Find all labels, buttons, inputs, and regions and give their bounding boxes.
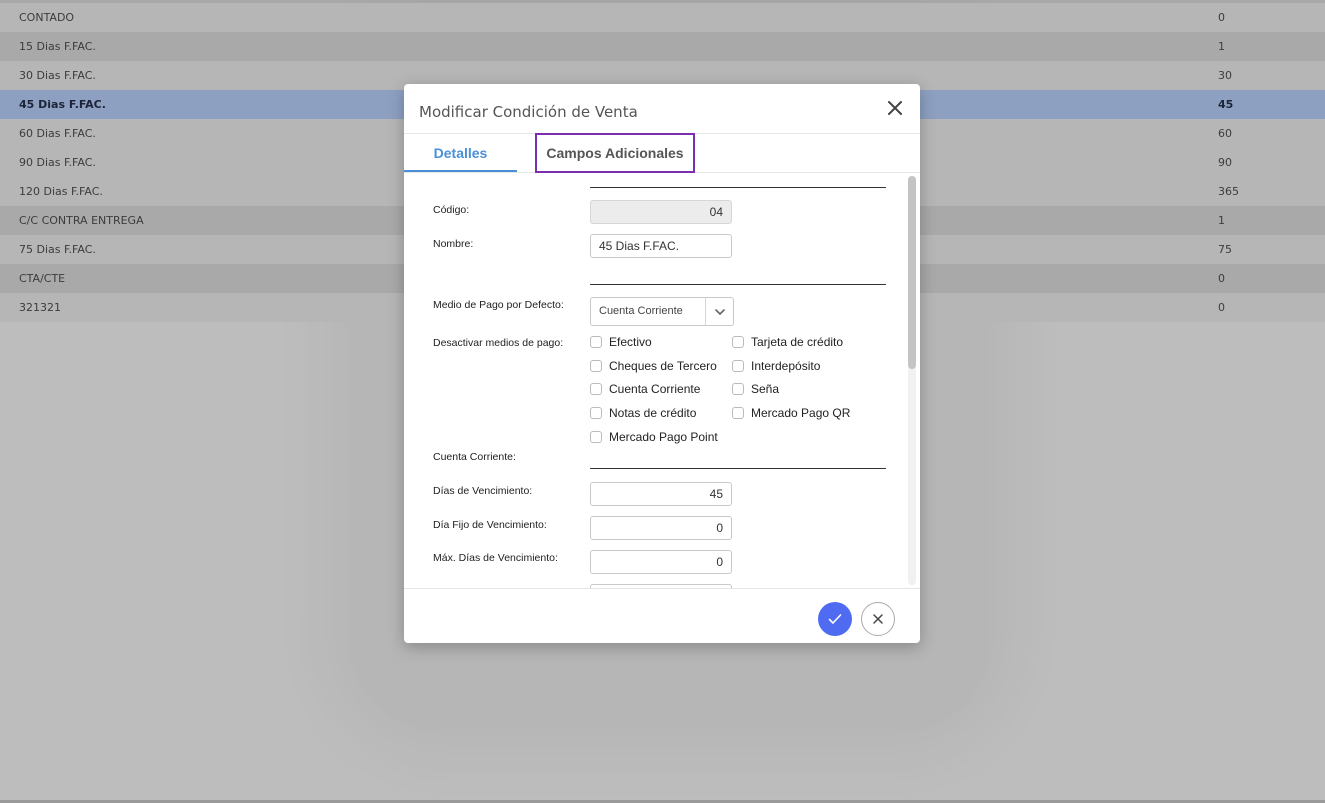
checkbox-label: Mercado Pago QR [751, 406, 851, 420]
row-days: 1 [1218, 214, 1225, 227]
medio-pago-select[interactable]: Cuenta Corriente [590, 297, 734, 326]
close-icon[interactable] [884, 98, 906, 120]
row-days: 0 [1218, 11, 1225, 24]
row-name: CONTADO [19, 11, 75, 24]
row-name: 60 Dias F.FAC. [19, 127, 96, 140]
select-divider [705, 298, 706, 325]
tab-campos-adicionales[interactable]: Campos Adicionales [535, 133, 695, 173]
row-name: 45 Dias F.FAC. [19, 98, 106, 111]
list-row[interactable]: 15 Dias F.FAC. 1 [0, 32, 1325, 61]
nombre-label: Nombre: [433, 238, 474, 250]
row-days: 60 [1218, 127, 1232, 140]
checkbox-label: Cuenta Corriente [609, 382, 701, 396]
divider [590, 284, 886, 285]
dia-fijo-field[interactable]: 0 [590, 516, 732, 540]
row-days: 90 [1218, 156, 1232, 169]
chevron-down-icon [715, 309, 725, 316]
row-days: 1 [1218, 40, 1225, 53]
row-days: 0 [1218, 272, 1225, 285]
checkbox-label: Mercado Pago Point [609, 430, 718, 444]
modal-title: Modificar Condición de Venta [419, 103, 638, 121]
desactivar-label: Desactivar medios de pago: [433, 337, 564, 349]
checkbox-box[interactable] [590, 336, 602, 348]
max-dias-field[interactable]: 0 [590, 550, 732, 574]
modal-content: Código: 04 Nombre: 45 Dias F.FAC. Medio … [404, 173, 920, 588]
checkbox-label: Seña [751, 382, 780, 396]
row-name: 30 Dias F.FAC. [19, 69, 96, 82]
row-days: 45 [1218, 98, 1234, 111]
checkbox-label: Efectivo [609, 335, 652, 349]
codigo-label: Código: [433, 204, 470, 216]
row-name: 321321 [19, 301, 61, 314]
dias-vencimiento-label: Días de Vencimiento: [433, 485, 533, 497]
list-row[interactable]: CONTADO 0 [0, 3, 1325, 32]
modal-tabs: Detalles Campos Adicionales [404, 133, 920, 173]
tab-detalles[interactable]: Detalles [404, 134, 517, 172]
close-icon [873, 614, 883, 624]
checkbox-label: Cheques de Tercero [609, 359, 717, 373]
checkbox-box[interactable] [732, 407, 744, 419]
checkbox-label: Notas de crédito [609, 406, 697, 420]
scrollbar[interactable] [908, 176, 916, 585]
edit-sales-condition-modal: Modificar Condición de Venta Detalles Ca… [404, 84, 920, 643]
checkbox-box[interactable] [590, 360, 602, 372]
checkbox-label: Tarjeta de crédito [751, 335, 844, 349]
row-days: 0 [1218, 301, 1225, 314]
medio-pago-value: Cuenta Corriente [599, 305, 683, 317]
row-name: 15 Dias F.FAC. [19, 40, 96, 53]
row-name: 90 Dias F.FAC. [19, 156, 96, 169]
row-name: CTA/CTE [19, 272, 66, 285]
divider [590, 468, 886, 469]
confirm-button[interactable] [818, 602, 852, 636]
checkbox-box[interactable] [590, 407, 602, 419]
codigo-field: 04 [590, 200, 732, 224]
divider [590, 187, 886, 188]
nombre-field[interactable]: 45 Dias F.FAC. [590, 234, 732, 258]
scrollbar-thumb[interactable] [908, 176, 916, 369]
cancel-button[interactable] [861, 602, 895, 636]
medio-pago-label: Medio de Pago por Defecto: [433, 299, 564, 311]
cuenta-corriente-label: Cuenta Corriente: [433, 451, 516, 463]
max-dias-label: Máx. Días de Vencimiento: [433, 552, 558, 564]
row-name: 120 Dias F.FAC. [19, 185, 103, 198]
checkbox-box[interactable] [732, 383, 744, 395]
checkbox-box[interactable] [590, 431, 602, 443]
check-icon [828, 614, 842, 624]
row-days: 365 [1218, 185, 1239, 198]
modal-footer [404, 588, 920, 644]
checkbox-box[interactable] [732, 336, 744, 348]
checkbox-box[interactable] [732, 360, 744, 372]
dias-vencimiento-field[interactable]: 45 [590, 482, 732, 506]
dia-fijo-label: Día Fijo de Vencimiento: [433, 519, 547, 531]
checkbox-box[interactable] [590, 383, 602, 395]
row-name: 75 Dias F.FAC. [19, 243, 96, 256]
checkbox-label: Interdepósito [751, 359, 821, 373]
row-days: 75 [1218, 243, 1232, 256]
row-days: 30 [1218, 69, 1232, 82]
row-name: C/C CONTRA ENTREGA [19, 214, 144, 227]
